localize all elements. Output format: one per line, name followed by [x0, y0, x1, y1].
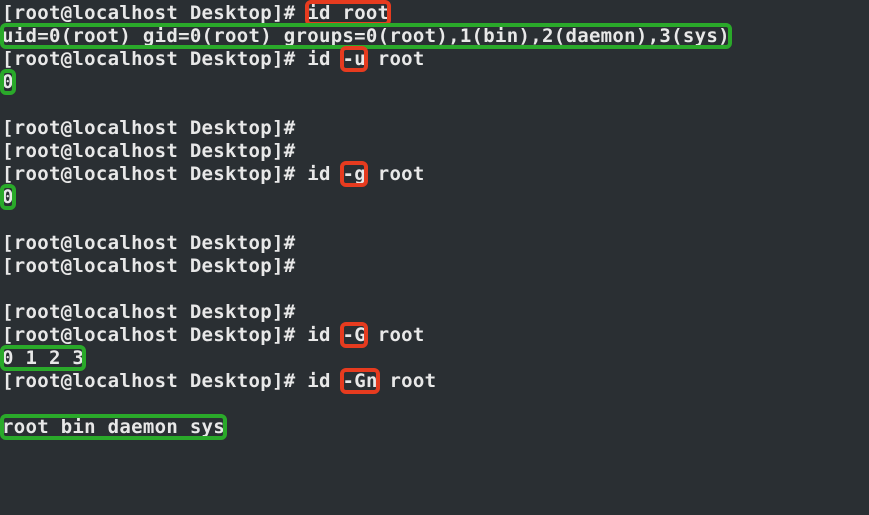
flag-Gn: -Gn: [342, 370, 377, 392]
cmd-line-id-u: [root@localhost Desktop]# id -u root: [2, 48, 869, 71]
output-gids: 0 1 2 3: [2, 347, 84, 369]
output-names: root bin daemon sys: [2, 416, 225, 438]
prompt: [root@localhost Desktop]#: [2, 140, 295, 162]
arg-root: root: [378, 48, 425, 70]
flag-G: -G: [342, 324, 365, 346]
cmd-id: id: [307, 48, 330, 70]
output-line-gid: 0: [2, 186, 869, 209]
prompt: [root@localhost Desktop]#: [2, 48, 295, 70]
terminal[interactable]: [root@localhost Desktop]# id root uid=0(…: [0, 0, 869, 439]
empty-prompt: [root@localhost Desktop]#: [2, 232, 869, 255]
prompt: [root@localhost Desktop]#: [2, 117, 295, 139]
cmd-id: id: [307, 324, 330, 346]
empty-prompt: [root@localhost Desktop]#: [2, 255, 869, 278]
flag-u: -u: [342, 48, 365, 70]
empty-prompt: [root@localhost Desktop]#: [2, 140, 869, 163]
arg-root: root: [378, 324, 425, 346]
prompt: [root@localhost Desktop]#: [2, 301, 295, 323]
arg-root: root: [389, 370, 436, 392]
empty-prompt: [root@localhost Desktop]#: [2, 117, 869, 140]
cmd-line-id-root: [root@localhost Desktop]# id root: [2, 2, 869, 25]
output-line-full: uid=0(root) gid=0(root) groups=0(root),1…: [2, 25, 869, 48]
output-gid: 0: [2, 186, 14, 208]
cmd-line-id-g: [root@localhost Desktop]# id -g root: [2, 163, 869, 186]
arg-root: root: [378, 163, 425, 185]
prompt: [root@localhost Desktop]#: [2, 163, 295, 185]
output-line-names: root bin daemon sys: [2, 416, 869, 439]
cmd-id: id: [307, 163, 330, 185]
cmd-line-id-G: [root@localhost Desktop]# id -G root: [2, 324, 869, 347]
output-line-uid: 0: [2, 71, 869, 94]
cmd-line-id-Gn: [root@localhost Desktop]# id -Gn root: [2, 370, 869, 393]
prompt: [root@localhost Desktop]#: [2, 370, 295, 392]
flag-g: -g: [342, 163, 365, 185]
output-line-gids: 0 1 2 3: [2, 347, 869, 370]
prompt: [root@localhost Desktop]#: [2, 324, 295, 346]
cmd-id-root: id root: [307, 2, 389, 24]
prompt: [root@localhost Desktop]#: [2, 255, 295, 277]
empty-prompt: [root@localhost Desktop]#: [2, 301, 869, 324]
prompt: [root@localhost Desktop]#: [2, 2, 295, 24]
cmd-id: id: [307, 370, 330, 392]
prompt: [root@localhost Desktop]#: [2, 232, 295, 254]
output-full: uid=0(root) gid=0(root) groups=0(root),1…: [2, 25, 730, 47]
output-uid: 0: [2, 71, 14, 93]
